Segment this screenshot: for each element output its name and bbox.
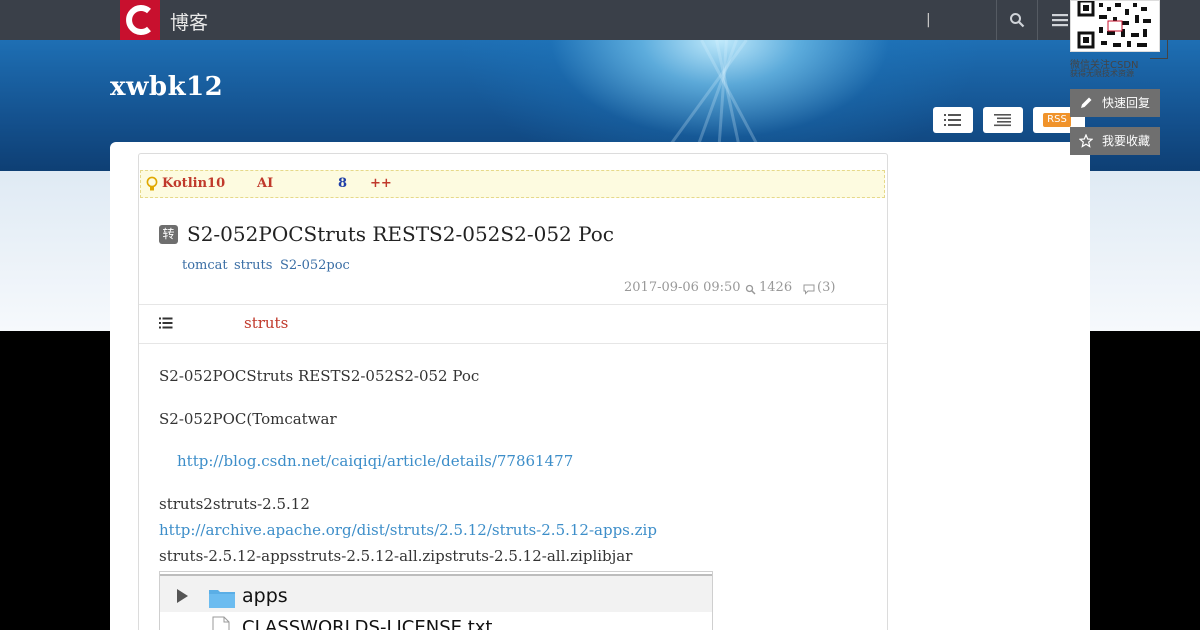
article-paragraph: struts2struts-2.5.12 <box>159 495 310 513</box>
file-explorer-screenshot: apps CLASSWORLDS-LICENSE.txt <box>159 571 713 630</box>
divider <box>139 304 887 305</box>
qr-subcaption: 获得无限技术资源 <box>1070 69 1134 78</box>
favorite-label: 我要收藏 <box>1102 134 1151 148</box>
file-icon <box>212 616 230 630</box>
disclosure-triangle-icon <box>177 589 188 603</box>
reference-link[interactable]: http://blog.csdn.net/caiqiqi/article/det… <box>177 452 573 470</box>
list-view-button[interactable] <box>933 107 973 133</box>
csdn-logo-icon <box>126 5 151 35</box>
file-name: CLASSWORLDS-LICENSE.txt <box>242 617 493 630</box>
nav-separator: | <box>926 12 931 28</box>
view-count-icon <box>745 284 756 295</box>
notice-link-kotlin[interactable]: Kotlin10 <box>162 176 225 191</box>
quick-reply-label: 快速回复 <box>1102 96 1151 110</box>
notice-bar <box>140 170 885 198</box>
folder-icon <box>209 590 235 608</box>
comment-icon <box>803 284 815 295</box>
article-paragraph: S2-052POC(Tomcatwar <box>159 410 337 428</box>
folder-name: apps <box>242 585 288 607</box>
quick-reply-button[interactable]: 快速回复 <box>1070 89 1160 117</box>
article-title[interactable]: S2-052POCStruts RESTS2-052S2-052 Poc <box>187 222 614 246</box>
notice-link-eight[interactable]: 8 <box>338 176 347 191</box>
site-name[interactable]: 博客 <box>170 8 208 35</box>
star-icon <box>1079 134 1093 148</box>
summary-view-button[interactable] <box>983 107 1023 133</box>
comment-count[interactable]: (3) <box>817 280 835 295</box>
favorite-button[interactable]: 我要收藏 <box>1070 127 1160 155</box>
article-paragraph: S2-052POCStruts RESTS2-052S2-052 Poc <box>159 367 480 385</box>
tag-link[interactable]: tomcat <box>182 258 228 273</box>
pencil-icon <box>1081 97 1092 108</box>
menu-icon <box>1052 14 1068 27</box>
table-of-contents-icon <box>159 317 173 329</box>
qr-code <box>1070 0 1160 52</box>
tag-link[interactable]: struts <box>234 258 272 273</box>
notice-link-plusplus[interactable]: ++ <box>370 176 392 191</box>
top-navbar: 博客 | <box>0 0 1200 40</box>
rss-badge: RSS <box>1043 113 1071 127</box>
blog-title[interactable]: xwbk12 <box>110 72 223 102</box>
folder-row: apps <box>160 574 712 612</box>
publish-date: 2017-09-06 09:50 <box>624 280 741 295</box>
view-count: 1426 <box>759 280 793 295</box>
qr-code-image <box>1075 0 1155 49</box>
list-view-icon <box>944 114 961 126</box>
article-paragraph: struts-2.5.12-appsstruts-2.5.12-all.zips… <box>159 547 633 565</box>
notice-link-ai[interactable]: AI <box>257 176 273 191</box>
search-button[interactable] <box>996 0 1036 40</box>
download-link[interactable]: http://archive.apache.org/dist/struts/2.… <box>159 521 657 539</box>
lightbulb-icon <box>146 176 158 191</box>
qr-connector <box>1150 58 1168 59</box>
tag-link[interactable]: S2-052poc <box>280 258 350 273</box>
toc-link-struts[interactable]: struts <box>244 314 288 332</box>
divider <box>139 343 887 344</box>
search-icon <box>1010 13 1025 28</box>
repost-badge: 转 <box>159 225 178 244</box>
summary-view-icon <box>994 114 1011 127</box>
qr-connector <box>1167 40 1168 59</box>
csdn-logo[interactable] <box>120 0 160 40</box>
